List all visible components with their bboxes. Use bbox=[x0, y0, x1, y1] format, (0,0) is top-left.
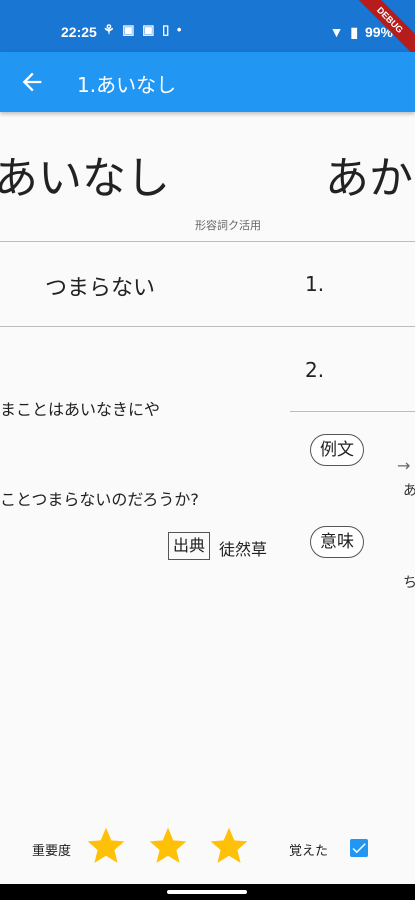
arrow-left-icon[interactable] bbox=[18, 68, 46, 96]
importance-label: 重要度 bbox=[32, 844, 72, 859]
star-icon[interactable] bbox=[84, 824, 128, 868]
meaning-fragment: ち bbox=[403, 575, 415, 591]
learned-checkbox[interactable] bbox=[350, 839, 368, 857]
sim-icon: ▣ bbox=[122, 22, 137, 37]
part-of-speech: 形容詞ク活用 bbox=[195, 219, 261, 232]
page-title: 1.あいなし bbox=[77, 73, 177, 97]
wifi-icon: ▼ bbox=[329, 24, 344, 40]
meaning-number-2: 2. bbox=[305, 358, 325, 382]
source-name: 徒然草 bbox=[219, 540, 268, 559]
app-bar: 1.あいなし bbox=[0, 52, 415, 112]
check-icon bbox=[352, 843, 366, 854]
divider bbox=[290, 326, 415, 327]
divider bbox=[0, 241, 290, 242]
status-bar: 22:25 ⚘ ▣ ▣ ▯ • ▼ ▮ 99% DEBUG bbox=[0, 0, 415, 65]
sd-card-icon: ▯ bbox=[162, 22, 172, 37]
meaning-number-1: 1. bbox=[305, 272, 325, 296]
battery-icon: ▮ bbox=[350, 24, 359, 40]
source-badge: 出典 bbox=[168, 532, 211, 560]
word-card-next[interactable]: あか 1. 2. 例文 → あ 意味 ち bbox=[290, 112, 415, 812]
headword: あいなし bbox=[0, 153, 170, 204]
sim-icon: ▣ bbox=[142, 22, 157, 37]
headword-next: あか bbox=[325, 153, 413, 204]
arrow-right-icon: → bbox=[397, 456, 411, 475]
status-right: ▼ ▮ 99% bbox=[327, 24, 393, 41]
divider bbox=[290, 411, 415, 412]
system-nav-bar bbox=[0, 884, 415, 900]
divider bbox=[290, 241, 415, 242]
notification-icons: ⚘ ▣ ▣ ▯ • bbox=[103, 22, 183, 38]
star-icon[interactable] bbox=[207, 824, 251, 868]
meaning-toggle-button[interactable]: 意味 bbox=[310, 526, 364, 558]
word-card-current[interactable]: あいなし 形容詞ク活用 つまらない まことはあいなきにや ことつまらないのだろう… bbox=[0, 112, 290, 812]
status-time: 22:25 bbox=[61, 24, 97, 40]
star-icon[interactable] bbox=[146, 824, 190, 868]
learned-label: 覚えた bbox=[289, 844, 329, 859]
meaning-text: つまらない bbox=[45, 276, 156, 301]
divider bbox=[0, 326, 290, 327]
usb-debug-icon: ⚘ bbox=[103, 22, 117, 37]
example-toggle-button[interactable]: 例文 bbox=[310, 434, 364, 466]
example-translation: ことつまらないのだろうか? bbox=[0, 490, 199, 509]
dot-icon: • bbox=[176, 22, 184, 37]
example-fragment: あ bbox=[403, 483, 415, 499]
example-original: まことはあいなきにや bbox=[0, 400, 161, 419]
home-gesture-handle[interactable] bbox=[167, 890, 247, 894]
